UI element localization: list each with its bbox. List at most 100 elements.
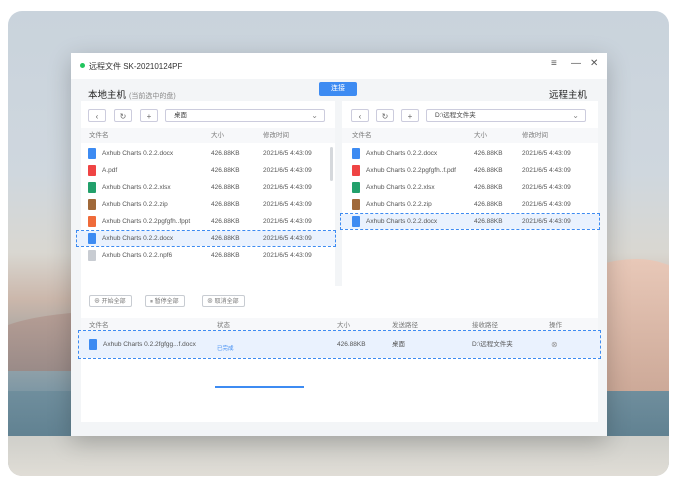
cancel-all-label: 取消全部 [214,299,239,305]
file-name: Axhub Charts 0.2.2fgfgg...f.docx [103,341,196,348]
xlsx-file-icon [352,182,360,193]
file-name: Axhub Charts 0.2.2pgfgfh..f.pdf [366,167,456,174]
docx-file-icon [88,233,96,244]
file-date: 2021/6/5 4:43:09 [522,150,571,157]
pause-all-button[interactable]: ⏸ 暂停全部 [145,295,185,307]
file-date: 2021/6/5 4:43:09 [522,201,571,208]
circle-close-icon[interactable]: ⊗ [551,331,558,358]
start-all-button[interactable]: ⊕ 开始全部 [89,295,132,307]
remote-path-select[interactable]: D:\远程文件夹 ⌄ [426,109,586,122]
table-row[interactable]: A.pdf 426.88KB 2021/6/5 4:43:09 [81,163,335,178]
col-name: 文件名 [352,132,372,139]
refresh-icon[interactable]: ↻ [376,109,394,122]
window-title: 远程文件 SK-20210124PF [89,62,183,71]
dragging-file-row[interactable]: Axhub Charts 0.2.2.docx 426.88KB 2021/6/… [76,230,336,247]
file-date: 2021/6/5 4:43:09 [263,218,312,225]
file-name: Axhub Charts 0.2.2.docx [366,218,438,225]
file-size: 426.88KB [211,167,240,174]
local-path-select[interactable]: 桌面 ⌄ [165,109,325,122]
generic-file-icon [88,250,96,261]
drop-target-row[interactable]: Axhub Charts 0.2.2.docx 426.88KB 2021/6/… [340,213,600,230]
zip-file-icon [88,199,96,210]
app-window: 远程文件 SK-20210124PF ≡ — ✕ 本地主机 (当前选中的盘) 连接… [71,53,607,436]
table-row[interactable]: Axhub Charts 0.2.2.zip 426.88KB 2021/6/5… [342,197,598,212]
pdf-file-icon [88,165,96,176]
col-date: 修改时间 [522,132,548,139]
new-folder-icon[interactable]: + [401,109,419,122]
local-table-header: 文件名 大小 修改时间 [81,128,335,143]
new-folder-icon[interactable]: + [140,109,158,122]
transfer-row[interactable]: Axhub Charts 0.2.2fgfgg...f.docx 已完成 426… [78,330,601,388]
progress-bar [215,386,304,388]
refresh-icon[interactable]: ↻ [114,109,132,122]
status-label: 已完成 [217,346,234,352]
table-row[interactable]: Axhub Charts 0.2.2pgfgfh..f.pdf 426.88KB… [342,163,598,178]
file-size: 426.88KB [211,184,240,191]
col-size: 大小 [211,132,224,139]
pdf-file-icon [352,165,360,176]
minimize-icon[interactable]: — [571,58,581,69]
start-all-label: 开始全部 [101,299,126,305]
file-name: Axhub Charts 0.2.2.docx [102,235,174,242]
xlsx-file-icon [88,182,96,193]
cancel-all-button[interactable]: ⊗ 取消全部 [202,295,245,307]
menu-icon[interactable]: ≡ [551,58,557,69]
table-row[interactable]: Axhub Charts 0.2.2.xlsx 426.88KB 2021/6/… [81,180,335,195]
col-name: 文件名 [89,132,109,139]
status-dot [80,63,85,68]
docx-file-icon [88,148,96,159]
table-row[interactable]: Axhub Charts 0.2.2.docx 426.88KB 2021/6/… [81,146,335,161]
chevron-down-icon: ⌄ [572,111,579,120]
table-row[interactable]: Axhub Charts 0.2.2.npf6 426.88KB 2021/6/… [81,248,335,263]
back-icon[interactable]: ‹ [88,109,106,122]
zip-file-icon [352,199,360,210]
docx-file-icon [89,339,97,350]
remote-host-title: 远程主机 [548,90,587,101]
file-size: 426.88KB [211,201,240,208]
file-size: 426.88KB [211,218,240,225]
remote-table-header: 文件名 大小 修改时间 [342,128,598,143]
file-name: A.pdf [102,167,118,174]
remote-path-value: D:\远程文件夹 [435,112,476,119]
local-host-label: 本地主机 [88,90,127,101]
file-name: Axhub Charts 0.2.2pgfgfh..fppt [102,218,191,225]
table-row[interactable]: Axhub Charts 0.2.2.zip 426.88KB 2021/6/5… [81,197,335,212]
file-date: 2021/6/5 4:43:09 [263,184,312,191]
back-icon[interactable]: ‹ [351,109,369,122]
pause-all-label: 暂停全部 [154,299,179,305]
transfer-panel: ⊕ 开始全部 ⏸ 暂停全部 ⊗ 取消全部 文件名 状态 大小 发送路径 接收路径… [78,286,601,422]
file-size: 426.88KB [211,252,240,259]
file-name: Axhub Charts 0.2.2.docx [366,150,438,157]
chevron-down-icon: ⌄ [311,111,318,120]
file-name: Axhub Charts 0.2.2.zip [102,201,168,208]
col-size: 大小 [474,132,487,139]
file-name: Axhub Charts 0.2.2.npf6 [102,252,173,259]
table-row[interactable]: Axhub Charts 0.2.2pgfgfh..fppt 426.88KB … [81,214,335,229]
local-host-subtitle: (当前选中的盘) [129,93,176,100]
file-size: 426.88KB [474,218,503,225]
title-bar: 远程文件 SK-20210124PF ≡ — ✕ [71,53,607,79]
file-date: 2021/6/5 4:43:09 [263,252,312,259]
file-date: 2021/6/5 4:43:09 [263,235,312,242]
file-size: 426.88KB [211,150,240,157]
file-size: 426.88KB [474,167,503,174]
file-name: Axhub Charts 0.2.2.xlsx [102,184,171,191]
file-date: 2021/6/5 4:43:09 [522,167,571,174]
file-size: 426.88KB [474,184,503,191]
file-name: Axhub Charts 0.2.2.docx [102,150,174,157]
docx-file-icon [352,216,360,227]
col-date: 修改时间 [263,132,289,139]
docx-file-icon [352,148,360,159]
file-date: 2021/6/5 4:43:09 [263,167,312,174]
connect-button[interactable]: 连接 [319,82,357,96]
send-path: 桌面 [392,341,405,348]
table-row[interactable]: Axhub Charts 0.2.2.xlsx 426.88KB 2021/6/… [342,180,598,195]
table-row[interactable]: Axhub Charts 0.2.2.docx 426.88KB 2021/6/… [342,146,598,161]
file-size: 426.88KB [211,235,240,242]
close-icon[interactable]: ✕ [590,58,598,69]
file-size: 426.88KB [474,201,503,208]
local-scrollbar[interactable] [330,147,333,181]
recv-path: D:\远程文件夹 [472,341,513,348]
local-host-title: 本地主机 (当前选中的盘) [88,87,176,101]
local-path-value: 桌面 [174,112,187,119]
